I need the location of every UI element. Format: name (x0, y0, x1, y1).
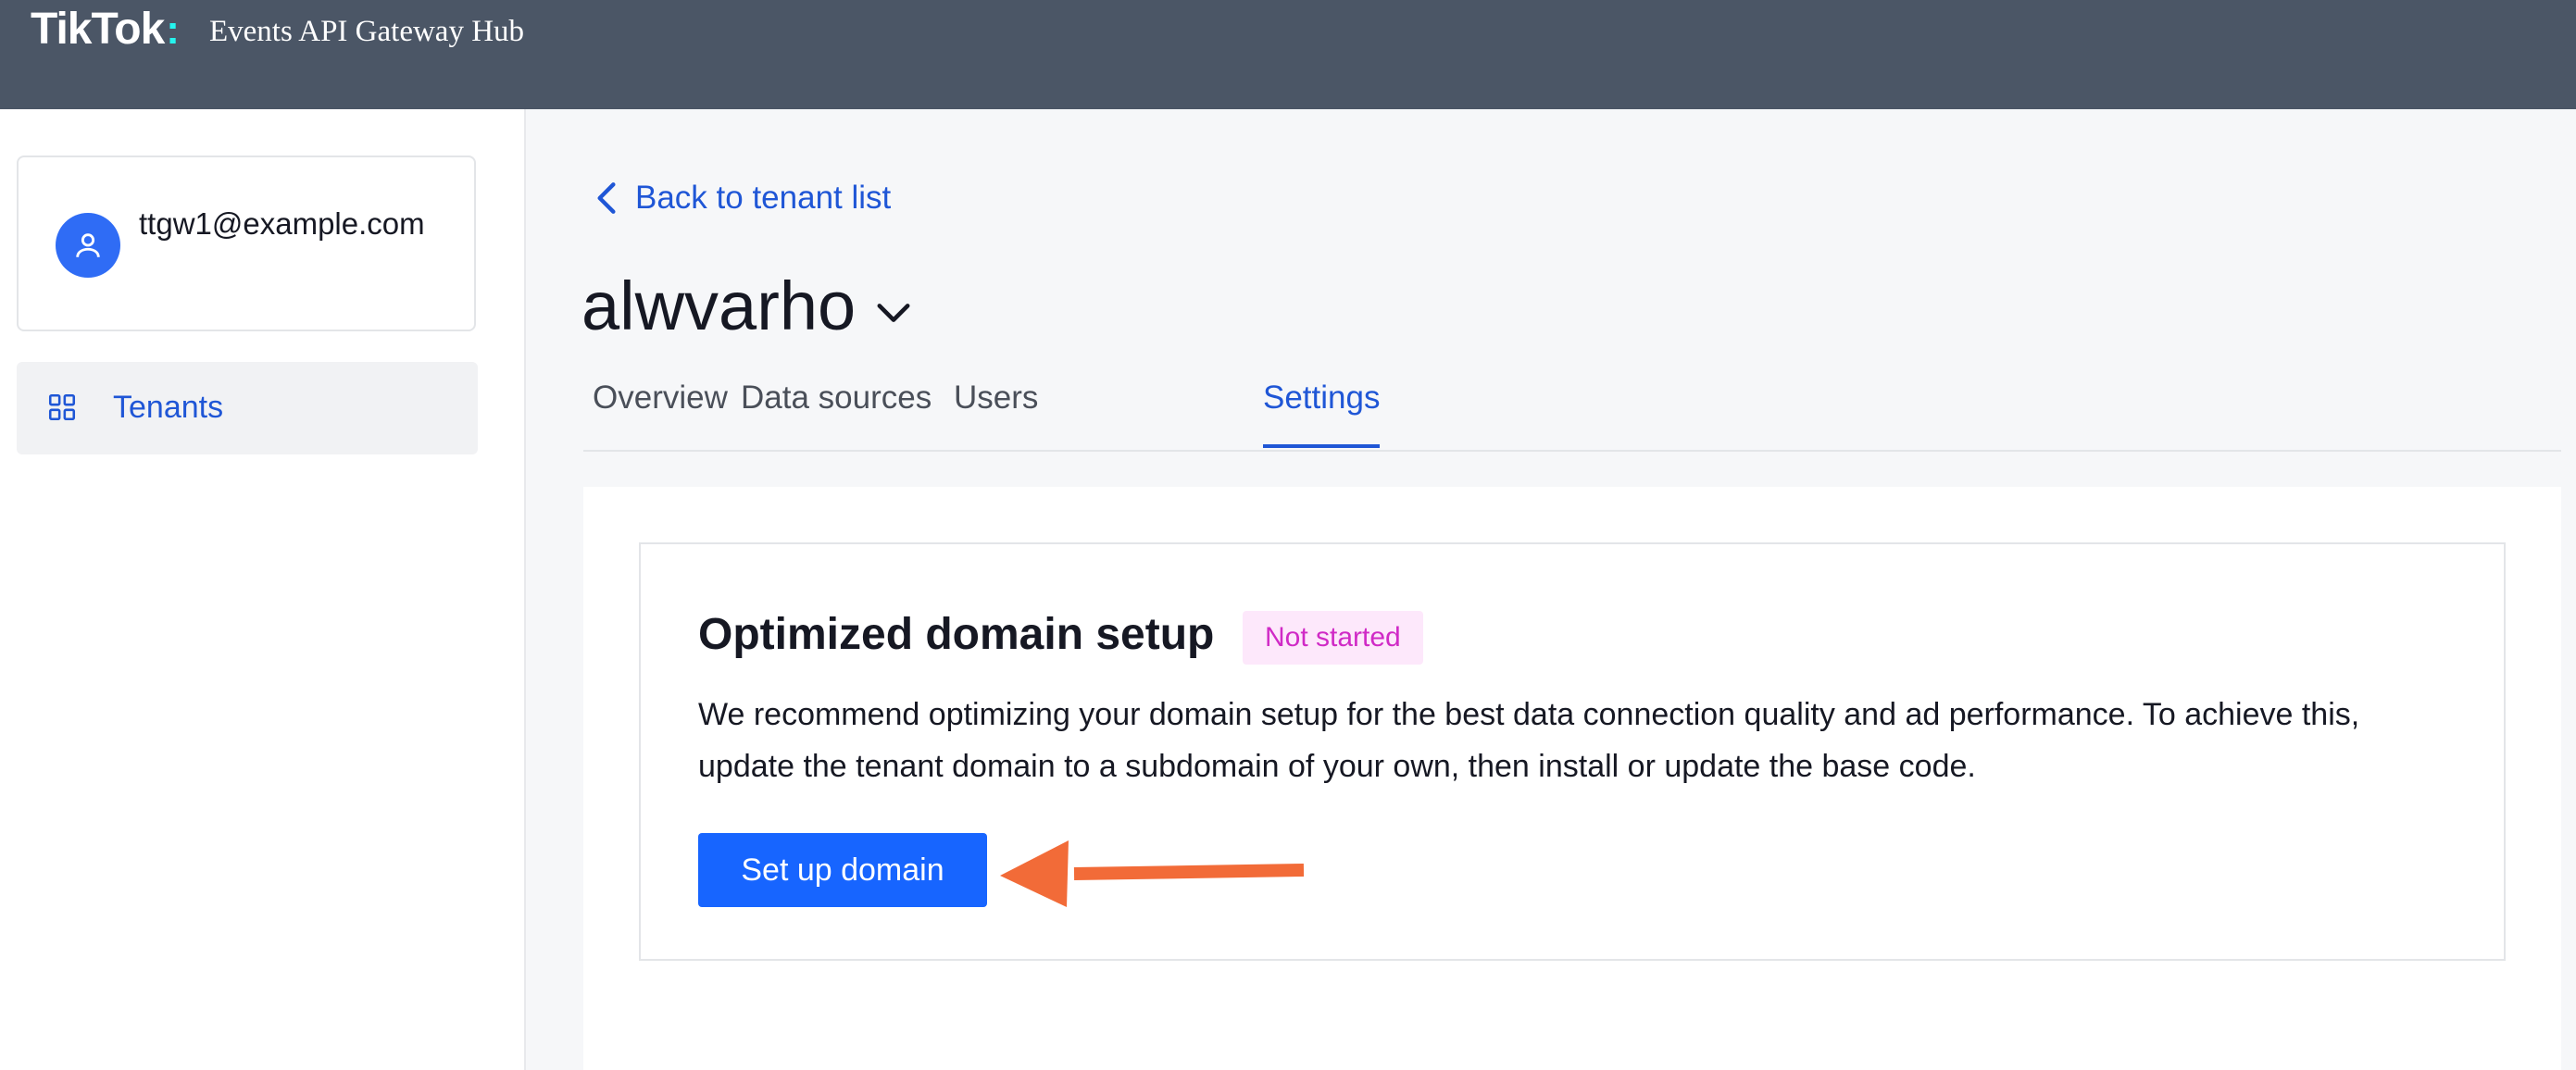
tab-overview[interactable]: Overview (593, 379, 728, 448)
sidebar: ttgw1@example.com Tenants (0, 109, 526, 1070)
chevron-down-icon (877, 303, 910, 322)
user-card[interactable]: ttgw1@example.com (17, 156, 476, 331)
domain-setup-card: Optimized domain setup Not started We re… (639, 542, 2506, 961)
tab-users[interactable]: Users (954, 379, 1038, 448)
user-icon (76, 233, 100, 257)
main-content: Back to tenant list alwvarho Overview Da… (526, 109, 2576, 1070)
tab-settings[interactable]: Settings (1263, 379, 1381, 448)
back-to-tenant-list-link[interactable]: Back to tenant list (596, 180, 891, 217)
set-up-domain-button[interactable]: Set up domain (698, 833, 987, 907)
chevron-left-icon (597, 182, 616, 214)
avatar (56, 213, 120, 278)
grid-icon (48, 393, 76, 421)
settings-panel: Optimized domain setup Not started We re… (583, 487, 2561, 1070)
tenant-selector[interactable]: alwvarho (581, 267, 911, 345)
annotation-arrow-icon (1000, 840, 1305, 907)
tab-bar: Overview Data sources Users Settings (583, 379, 2561, 452)
card-title: Optimized domain setup (698, 610, 1215, 659)
app-name: Events API Gateway Hub (209, 15, 525, 48)
top-header-bar: TikTok: Events API Gateway Hub (0, 0, 2576, 109)
sidebar-item-tenants[interactable]: Tenants (17, 362, 478, 454)
card-description: We recommend optimizing your domain setu… (698, 697, 2360, 784)
user-email: ttgw1@example.com (139, 206, 425, 241)
tab-data-sources[interactable]: Data sources (741, 379, 932, 448)
sidebar-item-label: Tenants (113, 390, 224, 425)
tiktok-logo: TikTok: (31, 5, 180, 54)
page-title: alwvarho (581, 268, 857, 344)
status-badge: Not started (1243, 611, 1423, 665)
